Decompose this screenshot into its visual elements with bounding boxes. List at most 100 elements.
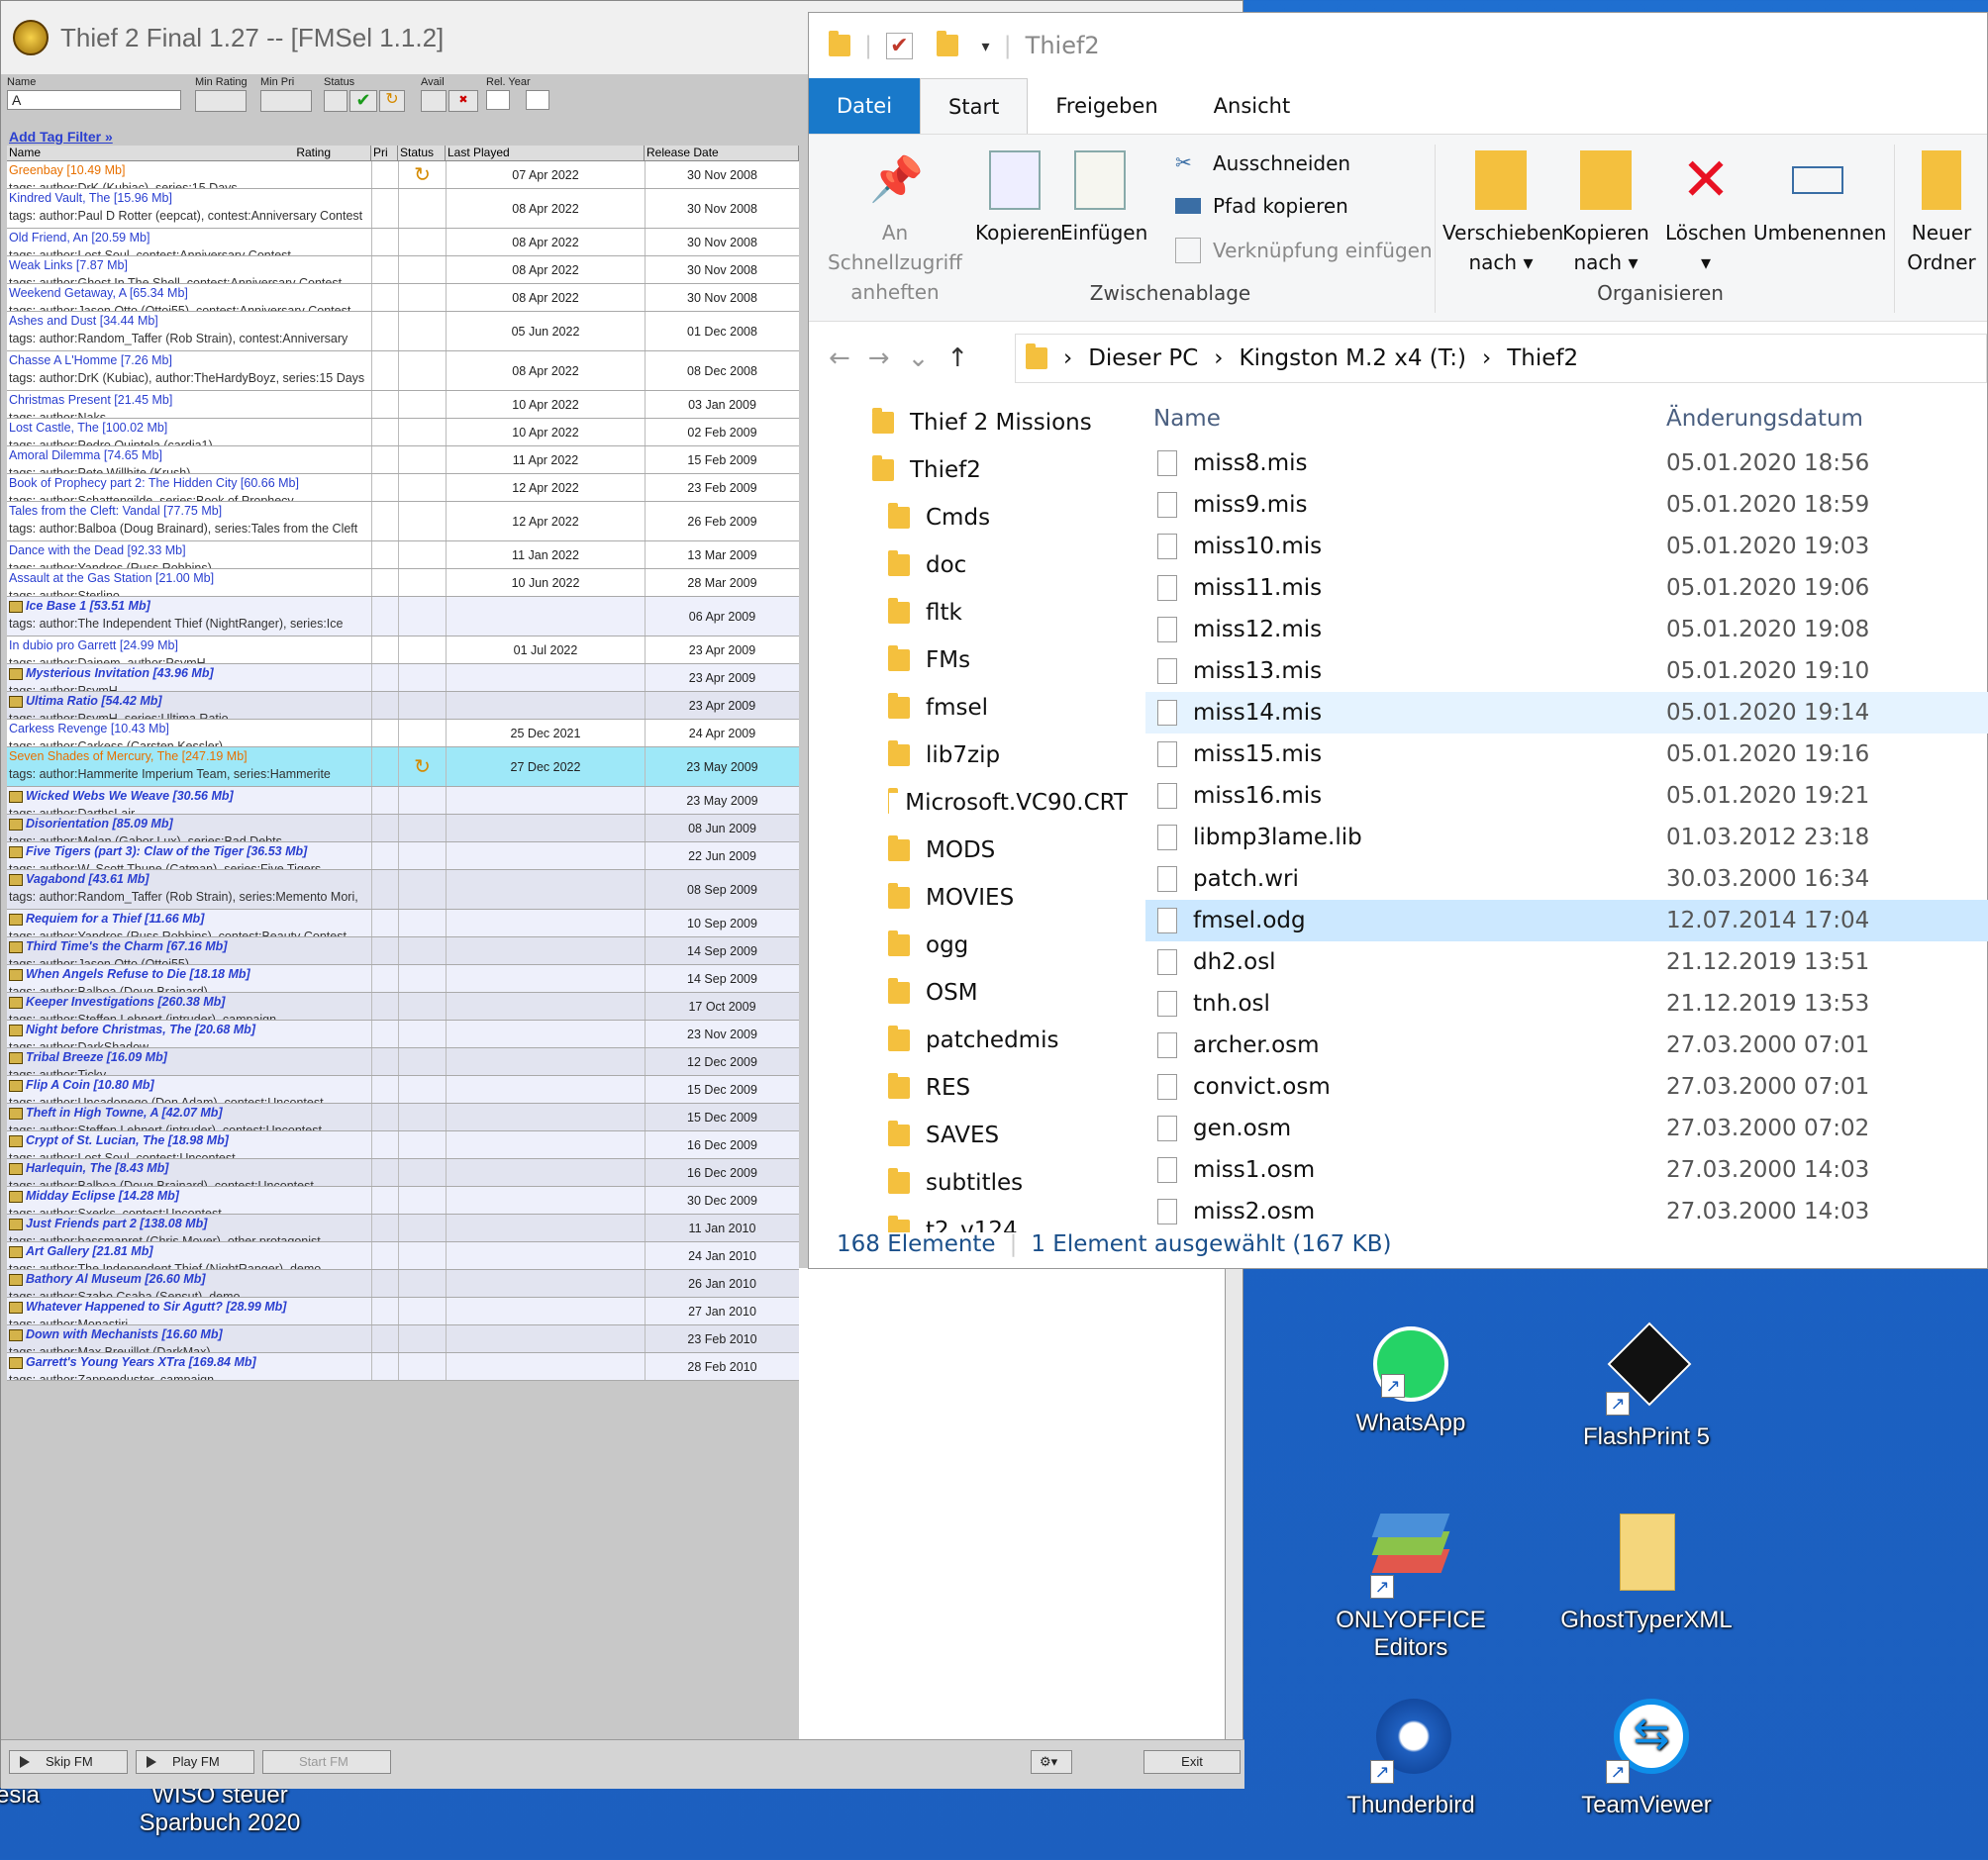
fm-row[interactable]: Ultima Ratio [54.42 Mb] tags: author:Psym… — [7, 692, 799, 720]
file-row[interactable]: dh2.osl 21.12.2019 13:51 — [1145, 941, 1988, 983]
tree-item[interactable]: fltk — [809, 589, 1128, 636]
status-new-toggle[interactable] — [324, 90, 348, 112]
min-pri-select[interactable] — [260, 90, 312, 112]
file-row[interactable]: miss10.mis 05.01.2020 19:03 — [1145, 526, 1988, 567]
col-release-date[interactable]: Release Date — [645, 146, 799, 160]
desktop-flashprint[interactable]: ↗ FlashPrint 5 — [1538, 1322, 1755, 1451]
new-folder-icon[interactable] — [936, 31, 958, 56]
tree-item[interactable]: Microsoft.VC90.CRT — [809, 779, 1128, 827]
fm-row[interactable]: Disorientation [85.09 Mb] tags: author:Me… — [7, 815, 799, 842]
fm-row[interactable]: Whatever Happened to Sir Agutt? [28.99 M… — [7, 1298, 799, 1325]
fm-row[interactable]: Seven Shades of Mercury, The [247.19 Mb]… — [7, 747, 799, 787]
tree-item[interactable]: RES — [809, 1064, 1128, 1112]
desktop-whatsapp[interactable]: ↗ WhatsApp — [1302, 1326, 1520, 1437]
tree-item[interactable]: doc — [809, 541, 1128, 589]
fm-row[interactable]: Book of Prophecy part 2: The Hidden City… — [7, 474, 799, 502]
file-row[interactable]: miss9.mis 05.01.2020 18:59 — [1145, 484, 1988, 526]
fm-row[interactable]: Dance with the Dead [92.33 Mb] tags: auth… — [7, 541, 799, 569]
fm-row[interactable]: Night before Christmas, The [20.68 Mb] ta… — [7, 1021, 799, 1048]
col-date-header[interactable]: Änderungsdatum — [1666, 406, 1863, 432]
fm-row[interactable]: Tribal Breeze [16.09 Mb] tags: author:Tic… — [7, 1048, 799, 1076]
rel-year-from[interactable] — [486, 90, 510, 110]
file-row[interactable]: patch.wri 30.03.2000 16:34 — [1145, 858, 1988, 900]
desktop-ghosttyper[interactable]: GhostTyperXML — [1538, 1510, 1755, 1634]
col-status[interactable]: Status — [398, 146, 446, 160]
fm-row[interactable]: Bathory Al Museum [26.60 Mb] tags: author… — [7, 1270, 799, 1298]
rename-button[interactable]: Umbenennen — [1753, 150, 1886, 247]
fm-list[interactable]: Greenbay [10.49 Mb] tags: author:DrK (Kub… — [7, 161, 799, 1739]
tree-item[interactable]: MOVIES — [809, 874, 1128, 922]
min-rating-select[interactable] — [195, 90, 247, 112]
fm-row[interactable]: Chasse A L'Homme [7.26 Mb] tags: author:D… — [7, 351, 799, 391]
file-row[interactable]: miss14.mis 05.01.2020 19:14 — [1145, 692, 1988, 734]
fm-row[interactable]: Vagabond [43.61 Mb] tags: author:Random_T… — [7, 870, 799, 910]
fm-row[interactable]: Mysterious Invitation [43.96 Mb] tags: au… — [7, 664, 799, 692]
tab-freigeben[interactable]: Freigeben — [1028, 78, 1185, 134]
desktop-thunderbird[interactable]: ↗ Thunderbird — [1302, 1695, 1520, 1819]
paste-shortcut-button[interactable]: Verknüpfung einfügen — [1175, 238, 1433, 263]
fm-row[interactable]: Weekend Getaway, A [65.34 Mb] tags: autho… — [7, 284, 799, 312]
col-last-played[interactable]: Last Played — [446, 146, 645, 160]
file-row[interactable]: miss11.mis 05.01.2020 19:06 — [1145, 567, 1988, 609]
fm-row[interactable]: Christmas Present [21.45 Mb] tags: author… — [7, 391, 799, 419]
desktop-onlyoffice[interactable]: ↗ ONLYOFFICE Editors — [1302, 1510, 1520, 1662]
fm-row[interactable]: Harlequin, The [8.43 Mb] tags: author:Bal… — [7, 1159, 799, 1187]
start-fm-button[interactable]: Start FM — [262, 1750, 391, 1774]
copy-path-button[interactable]: Pfad kopieren — [1175, 194, 1348, 218]
fm-row[interactable]: Wicked Webs We Weave [30.56 Mb] tags: aut… — [7, 787, 799, 815]
file-list[interactable]: Name Änderungsdatum miss8.mis 05.01.2020 … — [1145, 395, 1988, 1232]
file-row[interactable]: libmp3lame.lib 01.03.2012 23:18 — [1145, 817, 1988, 858]
name-filter-input[interactable]: A — [7, 90, 181, 110]
crumb-drive[interactable]: Kingston M.2 x4 (T:) — [1240, 345, 1466, 371]
col-name-header[interactable]: Name — [1145, 406, 1666, 432]
skip-fm-button[interactable]: Skip FM — [9, 1750, 128, 1774]
tree-item[interactable]: OSM — [809, 969, 1128, 1017]
fm-row[interactable]: Ashes and Dust [34.44 Mb] tags: author:Ra… — [7, 312, 799, 351]
tree-item[interactable]: Cmds — [809, 494, 1128, 541]
fm-row[interactable]: Five Tigers (part 3): Claw of the Tiger … — [7, 842, 799, 870]
fm-row[interactable]: Requiem for a Thief [11.66 Mb] tags: auth… — [7, 910, 799, 937]
file-row[interactable]: miss13.mis 05.01.2020 19:10 — [1145, 650, 1988, 692]
fm-row[interactable]: Ice Base 1 [53.51 Mb] tags: author:The In… — [7, 597, 799, 636]
fm-row[interactable]: Just Friends part 2 [138.08 Mb] tags: aut… — [7, 1215, 799, 1242]
fm-row[interactable]: Tales from the Cleft: Vandal [77.75 Mb] t… — [7, 502, 799, 541]
fm-row[interactable]: Midday Eclipse [14.28 Mb] tags: author:Sx… — [7, 1187, 799, 1215]
tree-item[interactable]: ogg — [809, 922, 1128, 969]
properties-check-icon[interactable]: ✔ — [886, 32, 913, 59]
copy-button[interactable]: Kopieren — [975, 150, 1062, 247]
rel-year-to[interactable] — [526, 90, 549, 110]
fm-row[interactable]: Lost Castle, The [100.02 Mb] tags: author… — [7, 419, 799, 446]
folder-tree[interactable]: Thief 2 Missions Thief2 Cmds doc fltk FMs fmse… — [809, 399, 1128, 1232]
pin-quick-access-button[interactable]: 📌 An Schnellzugriff anheften — [821, 150, 969, 307]
fm-row[interactable]: Garrett's Young Years XTra [169.84 Mb] ta… — [7, 1353, 799, 1381]
fm-row[interactable]: Carkess Revenge [10.43 Mb] tags: author:C… — [7, 720, 799, 747]
fm-row[interactable]: Art Gallery [21.81 Mb] tags: author:The I… — [7, 1242, 799, 1270]
file-row[interactable]: archer.osm 27.03.2000 07:01 — [1145, 1025, 1988, 1066]
file-row[interactable]: gen.osm 27.03.2000 07:02 — [1145, 1108, 1988, 1149]
file-row[interactable]: miss8.mis 05.01.2020 18:56 — [1145, 442, 1988, 484]
qat-dropdown-icon[interactable]: ▾ — [982, 37, 990, 55]
tree-item[interactable]: Thief 2 Missions — [809, 399, 1128, 446]
delete-button[interactable]: ✕ Löschen ▾ — [1664, 150, 1747, 277]
settings-gear-icon[interactable]: ⚙▾ — [1031, 1750, 1072, 1774]
col-name[interactable]: Name Rating — [7, 146, 371, 160]
new-folder-button[interactable]: Neuer Ordner — [1902, 150, 1981, 277]
col-pri[interactable]: Pri — [371, 146, 398, 160]
file-row[interactable]: miss15.mis 05.01.2020 19:16 — [1145, 734, 1988, 775]
file-row[interactable]: miss12.mis 05.01.2020 19:08 — [1145, 609, 1988, 650]
fm-row[interactable]: Keeper Investigations [260.38 Mb] tags: a… — [7, 993, 799, 1021]
paste-button[interactable]: Einfügen — [1060, 150, 1147, 247]
status-complete-check-icon[interactable]: ✔ — [349, 90, 377, 112]
cut-button[interactable]: ✂ Ausschneiden — [1175, 150, 1350, 176]
tree-item[interactable]: SAVES — [809, 1112, 1128, 1159]
fm-row[interactable]: Crypt of St. Lucian, The [18.98 Mb] tags:… — [7, 1131, 799, 1159]
fm-row[interactable]: Down with Mechanists [16.60 Mb] tags: aut… — [7, 1325, 799, 1353]
fm-row[interactable]: Old Friend, An [20.59 Mb] tags: author:Lo… — [7, 229, 799, 256]
tree-item[interactable]: patchedmis — [809, 1017, 1128, 1064]
crumb-this-pc[interactable]: Dieser PC — [1088, 345, 1198, 371]
file-row[interactable]: convict.osm 27.03.2000 07:01 — [1145, 1066, 1988, 1108]
fm-row[interactable]: Third Time's the Charm [67.16 Mb] tags: a… — [7, 937, 799, 965]
file-row[interactable]: miss1.osm 27.03.2000 14:03 — [1145, 1149, 1988, 1191]
tree-item[interactable]: lib7zip — [809, 732, 1128, 779]
fm-row[interactable]: Kindred Vault, The [15.96 Mb] tags: autho… — [7, 189, 799, 229]
